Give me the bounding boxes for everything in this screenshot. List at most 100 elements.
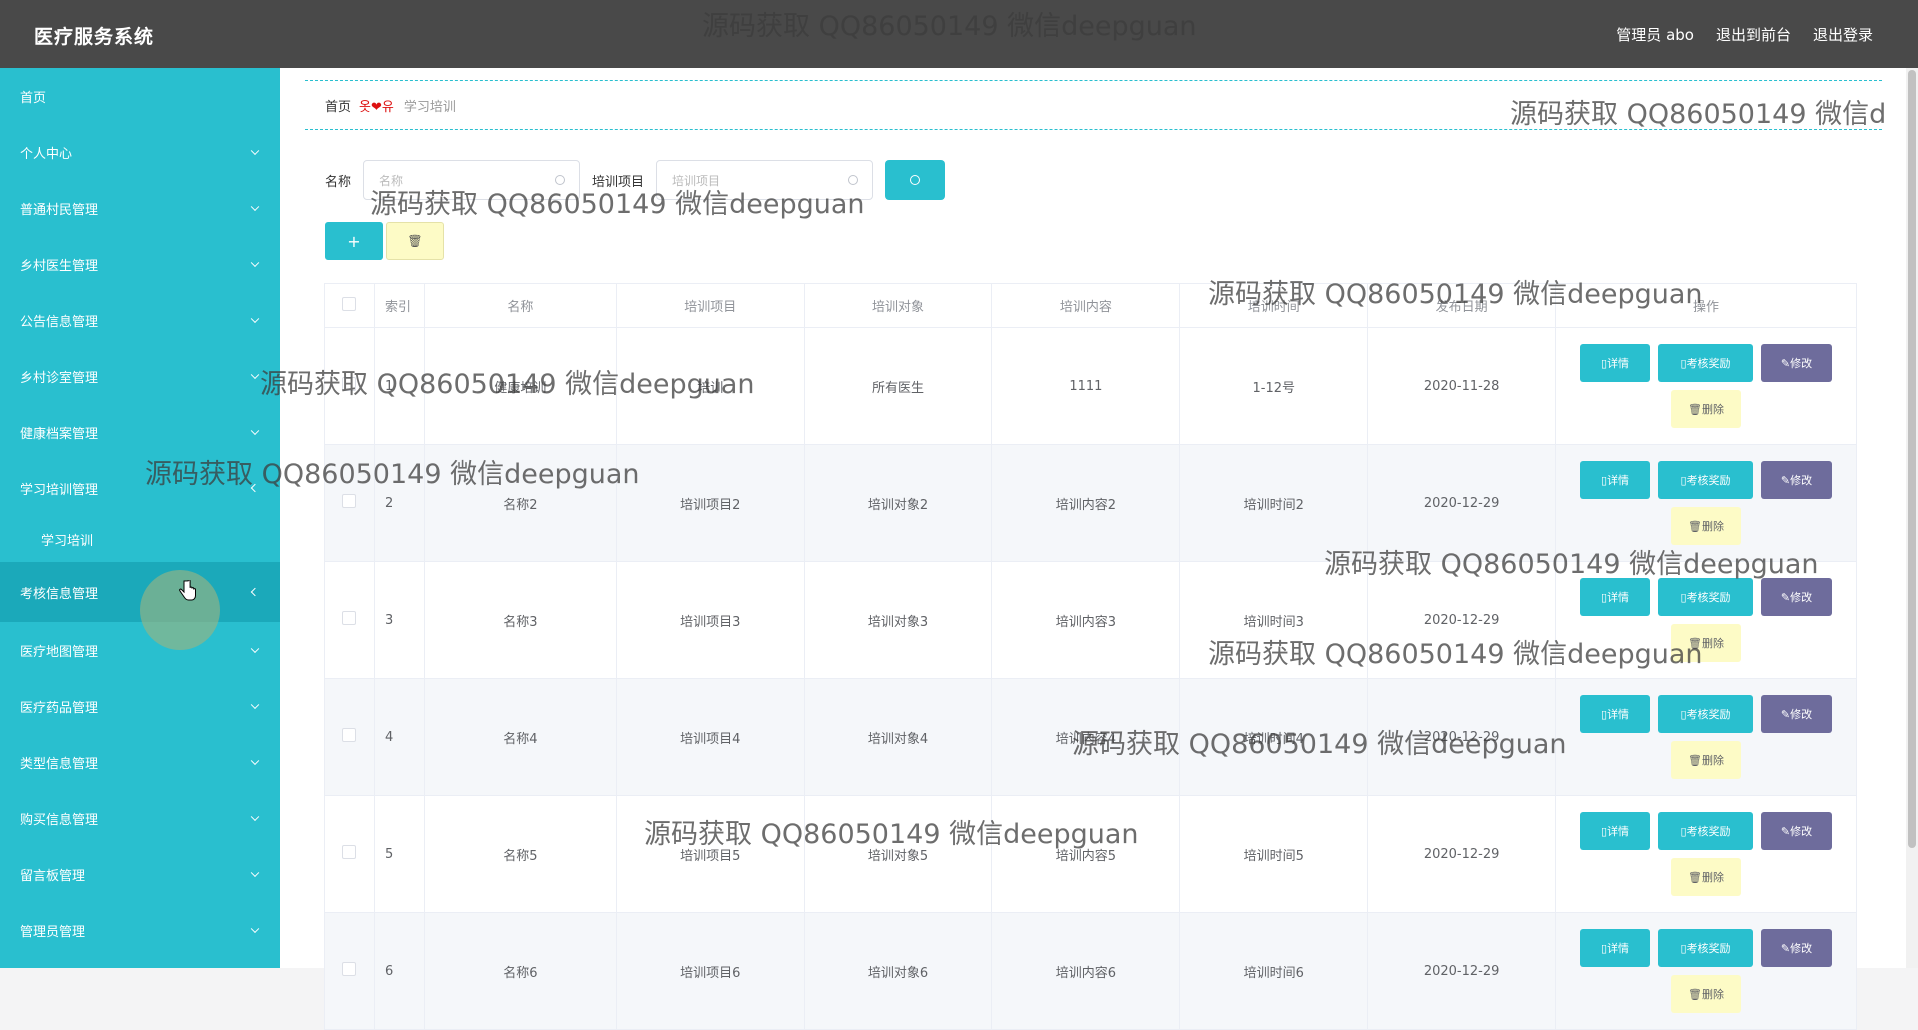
select-all-checkbox[interactable] [324,283,375,328]
name-label: 名称 [325,174,352,190]
detail-button[interactable]: ▯ 详情 [1580,929,1651,967]
top-bar: 医疗服务系统 管理员 abo 退出到前台 退出登录 [0,0,1918,68]
chevron-down-icon [250,868,260,878]
cell-project: 培训项目4 [615,678,805,796]
cell-name: 名称3 [423,561,617,679]
cell-actions: ▯ 详情 ▯ 考核奖励 ✎ 修改 🗑 删除 [1555,444,1857,562]
chevron-down-icon [250,426,260,436]
cell-project: 培训项目3 [615,561,805,679]
cell-project: 培训项目2 [615,444,805,562]
delete-button[interactable]: 🗑 删除 [1671,975,1742,1013]
sidebar-item-health-records[interactable]: 健康档案管理 [0,404,280,460]
cell-actions: ▯ 详情 ▯ 考核奖励 ✎ 修改 🗑 删除 [1555,327,1857,445]
row-checkbox[interactable] [324,444,375,562]
breadcrumb: 首页 옷❤유 学习培训 [305,80,1882,130]
search-button[interactable] [885,160,946,200]
col-time: 培训时间 [1179,283,1369,328]
cell-name: 名称5 [423,795,617,913]
delete-button[interactable]: 🗑 删除 [1671,390,1742,428]
cell-date: 2020-12-29 [1367,678,1557,796]
row-checkbox[interactable] [324,912,375,1030]
cell-name: 名称4 [423,678,617,796]
cell-target: 培训对象2 [803,444,993,562]
delete-button[interactable]: 🗑 删除 [1671,624,1742,662]
sidebar-item-home[interactable]: 首页 [0,68,280,124]
name-input[interactable]: 名称 [363,160,581,200]
sidebar-item-admins[interactable]: 管理员管理 [0,902,280,958]
action-buttons: + 🗑 [325,222,444,260]
row-checkbox[interactable] [324,327,375,445]
reward-button[interactable]: ▯ 考核奖励 [1658,578,1754,616]
cell-content: 培训内容2 [991,444,1181,562]
breadcrumb-separator: 옷❤유 [359,99,394,115]
training-table: 索引 名称 培训项目 培训对象 培训内容 培训时间 发布日期 操作 1 健康培训培… [324,283,1857,1030]
sidebar-item-announcements[interactable]: 公告信息管理 [0,292,280,348]
edit-button[interactable]: ✎ 修改 [1761,578,1833,616]
delete-button[interactable]: 🗑 删除 [1671,741,1742,779]
cell-actions: ▯ 详情 ▯ 考核奖励 ✎ 修改 🗑 删除 [1555,561,1857,679]
sidebar-item-medical-map[interactable]: 医疗地图管理 [0,622,280,678]
cell-index: 1 [373,327,425,445]
detail-button[interactable]: ▯ 详情 [1580,344,1651,382]
search-icon [910,175,921,185]
cell-name: 名称6 [423,912,617,1030]
edit-button[interactable]: ✎ 修改 [1761,812,1833,850]
row-checkbox[interactable] [324,678,375,796]
edit-button[interactable]: ✎ 修改 [1761,695,1833,733]
cell-index: 3 [373,561,425,679]
sidebar-item-assessment[interactable]: 考核信息管理 [0,562,280,650]
sidebar-item-doctors[interactable]: 乡村医生管理 [0,236,280,292]
reward-button[interactable]: ▯ 考核奖励 [1658,461,1754,499]
cell-date: 2020-12-29 [1367,912,1557,1030]
table-row: 2 名称2 培训项目2 培训对象2 培训内容2 培训时间2 2020-12-29 ▯ 详情 ▯ … [324,444,1857,562]
cell-target: 所有医生 [803,327,993,445]
scrollbar-thumb[interactable] [1908,70,1916,848]
sidebar-item-villagers[interactable]: 普通村民管理 [0,180,280,236]
main-content: 首页 옷❤유 学习培训 名称 名称 培训项目 培训项目 + 🗑 索引 名称 培训… [280,68,1918,1030]
detail-button[interactable]: ▯ 详情 [1580,578,1651,616]
detail-button[interactable]: ▯ 详情 [1580,695,1651,733]
row-checkbox[interactable] [324,795,375,913]
cell-target: 培训对象5 [803,795,993,913]
logout-link[interactable]: 退出登录 [1813,24,1873,45]
batch-delete-button[interactable]: 🗑 [386,222,444,260]
reward-button[interactable]: ▯ 考核奖励 [1658,344,1754,382]
detail-button[interactable]: ▯ 详情 [1580,812,1651,850]
reward-button[interactable]: ▯ 考核奖励 [1658,812,1754,850]
sidebar-item-training-mgmt[interactable]: 学习培训管理 [0,460,280,516]
sidebar-item-purchases[interactable]: 购买信息管理 [0,790,280,846]
delete-button[interactable]: 🗑 删除 [1671,507,1742,545]
chevron-down-icon [250,146,260,156]
breadcrumb-home[interactable]: 首页 [325,96,351,115]
table-row: 5 名称5 培训项目5 培训对象5 培训内容5 培训时间5 2020-12-29 ▯ 详情 ▯ … [324,795,1857,913]
exit-to-front-link[interactable]: 退出到前台 [1716,24,1791,45]
chevron-left-icon [250,483,260,493]
sidebar-item-personal-center[interactable]: 个人中心 [0,124,280,180]
delete-button[interactable]: 🗑 删除 [1671,858,1742,896]
search-icon [555,175,566,185]
cell-time: 1-12号 [1179,327,1369,445]
reward-button[interactable]: ▯ 考核奖励 [1658,695,1754,733]
cell-index: 5 [373,795,425,913]
sidebar-item-clinics[interactable]: 乡村诊室管理 [0,348,280,404]
chevron-down-icon [250,756,260,766]
edit-button[interactable]: ✎ 修改 [1761,344,1833,382]
add-button[interactable]: + [325,222,383,260]
vertical-scrollbar[interactable] [1906,68,1918,968]
cell-date: 2020-12-29 [1367,444,1557,562]
edit-button[interactable]: ✎ 修改 [1761,929,1833,967]
sidebar-subitem-training[interactable]: 学习培训 [0,516,280,562]
detail-button[interactable]: ▯ 详情 [1580,461,1651,499]
sidebar-item-types[interactable]: 类型信息管理 [0,734,280,790]
project-input[interactable]: 培训项目 [656,160,874,200]
row-checkbox[interactable] [324,561,375,679]
plus-icon: + [347,231,361,251]
reward-button[interactable]: ▯ 考核奖励 [1658,929,1754,967]
cell-project: 培训 [615,327,805,445]
top-nav: 管理员 abo 退出到前台 退出登录 [1616,24,1873,45]
sidebar-item-message-board[interactable]: 留言板管理 [0,846,280,902]
edit-button[interactable]: ✎ 修改 [1761,461,1833,499]
sidebar-item-medicines[interactable]: 医疗药品管理 [0,678,280,734]
chevron-down-icon [250,370,260,380]
col-date: 发布日期 [1367,283,1557,328]
